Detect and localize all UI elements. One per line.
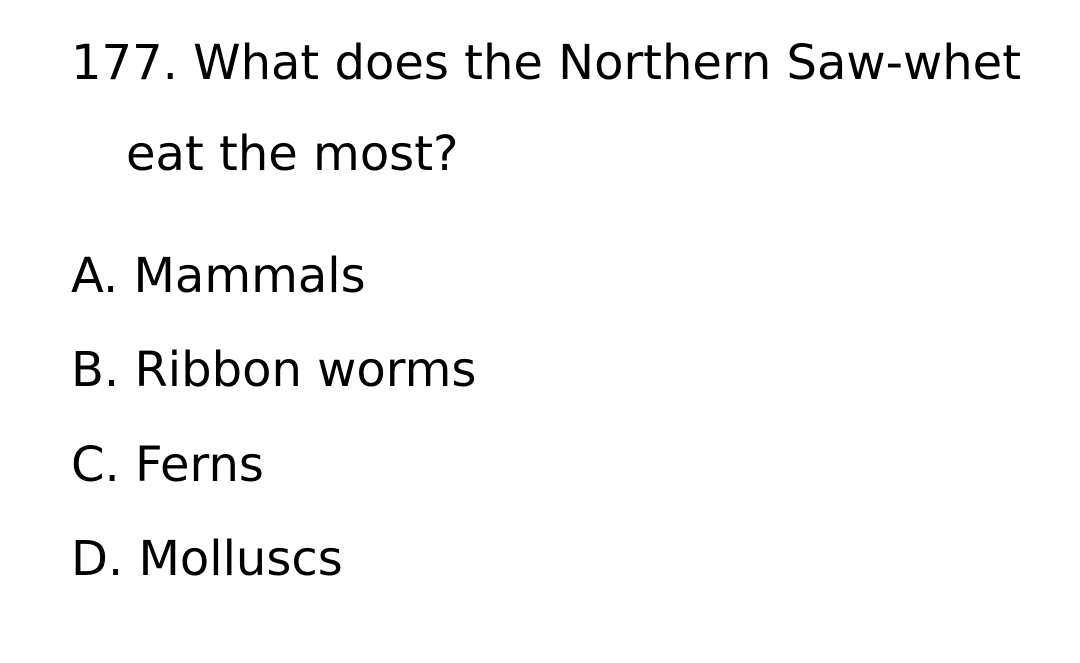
option-c: C. Ferns	[71, 437, 264, 493]
question-line-1: 177. What does the Northern Saw-whet	[71, 35, 1022, 91]
option-d: D. Molluscs	[71, 531, 343, 587]
question-line-2: eat the most?	[126, 126, 459, 182]
option-a: A. Mammals	[71, 248, 366, 304]
option-b: B. Ribbon worms	[71, 342, 477, 398]
